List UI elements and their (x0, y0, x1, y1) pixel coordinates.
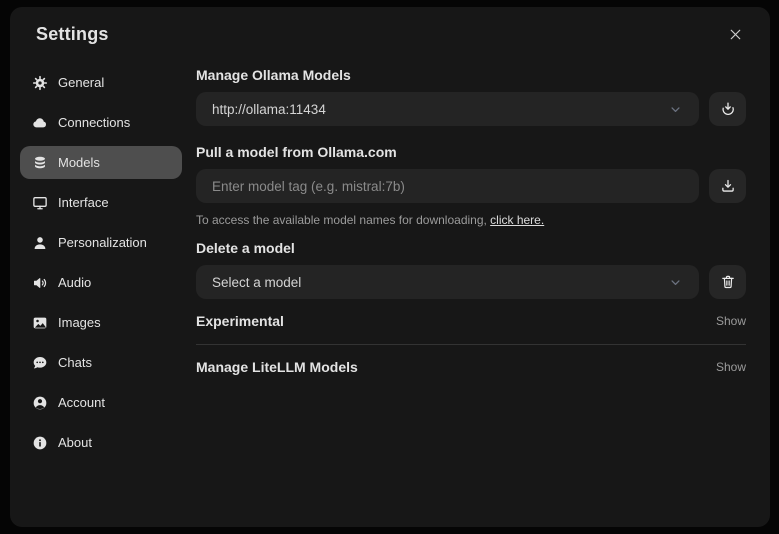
pull-model-helper: To access the available model names for … (196, 213, 746, 227)
sidebar-item-label: Personalization (58, 235, 147, 250)
sidebar-item-label: Images (58, 315, 101, 330)
experimental-row: Experimental Show (196, 313, 746, 329)
models-settings-panel: Manage Ollama Models http://ollama:11434 (196, 66, 746, 466)
sidebar-item-personalization[interactable]: Personalization (20, 226, 182, 259)
chat-bubble-icon (32, 355, 48, 371)
sidebar-item-models[interactable]: Models (20, 146, 182, 179)
sidebar-item-audio[interactable]: Audio (20, 266, 182, 299)
sidebar-item-label: Chats (58, 355, 92, 370)
sidebar-item-label: Audio (58, 275, 92, 290)
monitor-icon (32, 195, 48, 211)
sidebar-item-label: Connections (58, 115, 131, 130)
helper-text: To access the available model names for … (196, 213, 491, 227)
manage-ollama-heading: Manage Ollama Models (196, 67, 351, 83)
user-icon (32, 235, 48, 251)
experimental-heading: Experimental (196, 313, 284, 329)
close-button[interactable] (724, 23, 746, 45)
cloud-icon (32, 115, 48, 131)
sidebar-item-label: Models (58, 155, 100, 170)
info-icon (32, 435, 48, 451)
litellm-row: Manage LiteLLM Models Show (196, 359, 746, 375)
sidebar-item-label: About (58, 435, 92, 450)
chevron-down-icon (668, 275, 683, 290)
pull-model-heading: Pull a model from Ollama.com (196, 144, 397, 160)
settings-sidebar: General Connections Models Interface Per… (20, 66, 182, 466)
delete-model-select-value: Select a model (212, 274, 302, 290)
ollama-url-select[interactable]: http://ollama:11434 (196, 92, 699, 126)
section-divider (196, 344, 746, 345)
manage-models-download-button[interactable] (709, 92, 746, 126)
sidebar-item-images[interactable]: Images (20, 306, 182, 339)
ollama-url-select-value: http://ollama:11434 (212, 101, 326, 117)
sidebar-item-interface[interactable]: Interface (20, 186, 182, 219)
click-here-link[interactable]: click here. (490, 213, 544, 227)
litellm-show-toggle[interactable]: Show (716, 360, 746, 374)
sidebar-item-label: General (58, 75, 105, 90)
sidebar-item-about[interactable]: About (20, 426, 182, 459)
download-tray-icon (720, 178, 736, 194)
sidebar-item-connections[interactable]: Connections (20, 106, 182, 139)
delete-model-select[interactable]: Select a model (196, 265, 699, 299)
delete-model-button[interactable] (709, 265, 746, 299)
dialog-body: General Connections Models Interface Per… (20, 66, 746, 466)
chevron-down-icon (668, 102, 683, 117)
x-icon (727, 26, 744, 43)
trash-icon (720, 274, 736, 290)
dialog-header: Settings (20, 23, 746, 45)
speaker-icon (32, 275, 48, 291)
sidebar-item-general[interactable]: General (20, 66, 182, 99)
sidebar-item-chats[interactable]: Chats (20, 346, 182, 379)
settings-dialog: Settings General Connections Models Inte… (10, 7, 770, 527)
database-icon (32, 155, 48, 171)
download-icon (720, 101, 736, 117)
gear-icon (32, 75, 48, 91)
model-tag-input[interactable] (196, 169, 699, 203)
dialog-title: Settings (36, 23, 109, 44)
delete-model-heading: Delete a model (196, 240, 295, 256)
photo-icon (32, 315, 48, 331)
sidebar-item-account[interactable]: Account (20, 386, 182, 419)
sidebar-item-label: Account (58, 395, 105, 410)
sidebar-item-label: Interface (58, 195, 109, 210)
litellm-heading: Manage LiteLLM Models (196, 359, 358, 375)
experimental-show-toggle[interactable]: Show (716, 314, 746, 328)
pull-model-download-button[interactable] (709, 169, 746, 203)
user-circle-icon (32, 395, 48, 411)
